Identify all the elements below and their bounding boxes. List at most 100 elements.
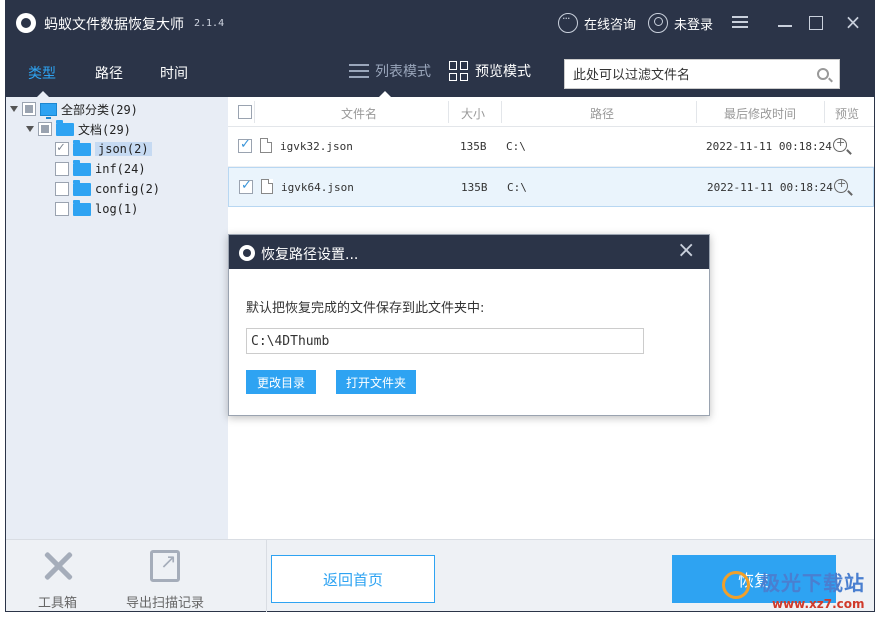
file-path: C:\ [506,140,526,153]
dialog-message: 默认把恢复完成的文件保存到此文件夹中: [246,301,485,316]
folder-icon [73,199,91,216]
chat-icon [558,12,578,33]
list-mode-button[interactable]: 列表模式 [349,61,431,81]
filter-input[interactable] [573,66,813,82]
toolbox-label: 工具箱 [38,596,78,611]
header-path[interactable]: 路径 [590,105,614,122]
minimize-button[interactable] [775,13,795,33]
preview-zoom-icon[interactable] [833,136,847,152]
grid-icon [449,61,469,81]
tree-item-label: config(2) [95,182,161,196]
list-icon [349,63,369,79]
menu-icon[interactable] [730,13,750,33]
app-logo-icon [239,245,255,261]
header-preview: 预览 [835,107,860,121]
file-name: igvk32.json [280,140,353,153]
table-row[interactable]: igvk64.json 135B C:\ 2022-11-11 00:18:24 [228,167,874,207]
table-row[interactable]: igvk32.json 135B C:\ 2022-11-11 00:18:24 [228,127,874,167]
expand-icon[interactable] [26,126,34,132]
tree-item-json[interactable]: json(2) [55,139,152,158]
recover-button[interactable]: 恢复 [672,555,836,603]
change-dir-button[interactable]: 更改目录 [246,370,316,394]
tree-item-label: log(1) [95,202,139,216]
login-button[interactable]: 未登录 [648,13,713,33]
expand-icon[interactable] [10,106,18,112]
header-name[interactable]: 文件名 [341,105,377,122]
category-tree: 全部分类(29) 文档(29) json(2) inf(24) config(2… [6,97,228,539]
bottom-bar: 工具箱 导出扫描记录 返回首页 恢复 [6,539,874,612]
user-icon [648,13,668,33]
select-all-checkbox[interactable] [238,105,252,119]
tree-root[interactable]: 全部分类(29) [10,100,138,119]
column-divider [448,101,449,123]
recover-path-dialog: 恢复路径设置... × 默认把恢复完成的文件保存到此文件夹中: 更改目录 打开文… [228,234,710,416]
preview-mode-label: 预览模式 [475,64,531,80]
tree-docs-checkbox[interactable] [38,122,52,136]
tree-item-checkbox[interactable] [55,202,69,216]
tree-item-config[interactable]: config(2) [55,179,161,198]
folder-icon [73,179,91,196]
dialog-title: 恢复路径设置... [261,247,359,263]
file-icon [260,138,272,153]
divider [266,540,267,612]
app-title: 蚂蚁文件数据恢复大师 [44,17,184,33]
row-checkbox[interactable] [239,178,253,194]
header-size[interactable]: 大小 [461,105,485,122]
dialog-header: 恢复路径设置... × [229,235,709,269]
tree-item-log[interactable]: log(1) [55,199,139,218]
filter-box [564,59,840,89]
online-consult-label: 在线咨询 [584,17,637,33]
search-icon[interactable] [817,68,829,80]
tree-item-label: json(2) [95,142,152,156]
column-divider [501,101,502,123]
tree-item-checkbox[interactable] [55,140,69,156]
preview-zoom-icon[interactable] [834,177,848,193]
minimize-icon [778,25,792,27]
monitor-icon [40,102,57,119]
tree-item-inf[interactable]: inf(24) [55,159,146,178]
tree-item-checkbox[interactable] [55,182,69,196]
export-scan-label: 导出扫描记录 [126,596,205,611]
toolbar: 类型 路径 时间 列表模式 预览模式 [6,45,874,97]
home-button[interactable]: 返回首页 [271,555,435,603]
file-size: 135B [461,181,488,194]
tab-time[interactable]: 时间 [160,63,188,83]
app-logo-icon [16,13,36,33]
tree-item-checkbox[interactable] [55,162,69,176]
row-checkbox[interactable] [238,137,252,153]
open-folder-button[interactable]: 打开文件夹 [336,370,416,394]
header-modified[interactable]: 最后修改时间 [724,105,796,122]
app-window: 蚂蚁文件数据恢复大师 2.1.4 在线咨询 未登录 × 类型 路径 时间 列表模… [5,0,875,612]
column-divider [824,101,825,123]
tools-icon [40,548,76,584]
folder-icon [73,139,91,156]
column-divider [696,101,697,123]
tree-docs-label: 文档(29) [78,122,131,137]
tree-docs[interactable]: 文档(29) [26,119,131,138]
export-scan-button[interactable]: 导出扫描记录 [126,548,204,611]
maximize-button[interactable] [806,13,826,33]
online-consult-button[interactable]: 在线咨询 [558,12,637,33]
close-window-button[interactable]: × [843,12,863,33]
folder-icon [56,119,74,136]
folder-icon [73,159,91,176]
save-path-field[interactable] [246,328,644,354]
app-version: 2.1.4 [194,18,225,29]
tree-root-checkbox[interactable] [22,102,36,116]
title-bar: 蚂蚁文件数据恢复大师 2.1.4 在线咨询 未登录 × [6,1,874,45]
list-mode-label: 列表模式 [375,64,431,80]
table-header: 文件名 大小 路径 最后修改时间 预览 [228,97,874,127]
export-icon [150,549,180,582]
preview-mode-button[interactable]: 预览模式 [449,61,531,81]
maximize-icon [809,16,823,30]
file-name: igvk64.json [281,181,354,194]
tree-item-label: inf(24) [95,162,146,176]
tab-type[interactable]: 类型 [28,63,56,83]
dialog-close-icon[interactable]: × [677,240,695,262]
login-label: 未登录 [674,17,714,33]
toolbox-button[interactable]: 工具箱 [38,548,77,611]
tree-root-label: 全部分类(29) [61,102,138,117]
file-modified: 2022-11-11 00:18:24 [706,140,832,153]
tab-path[interactable]: 路径 [95,63,123,83]
file-path: C:\ [507,181,527,194]
